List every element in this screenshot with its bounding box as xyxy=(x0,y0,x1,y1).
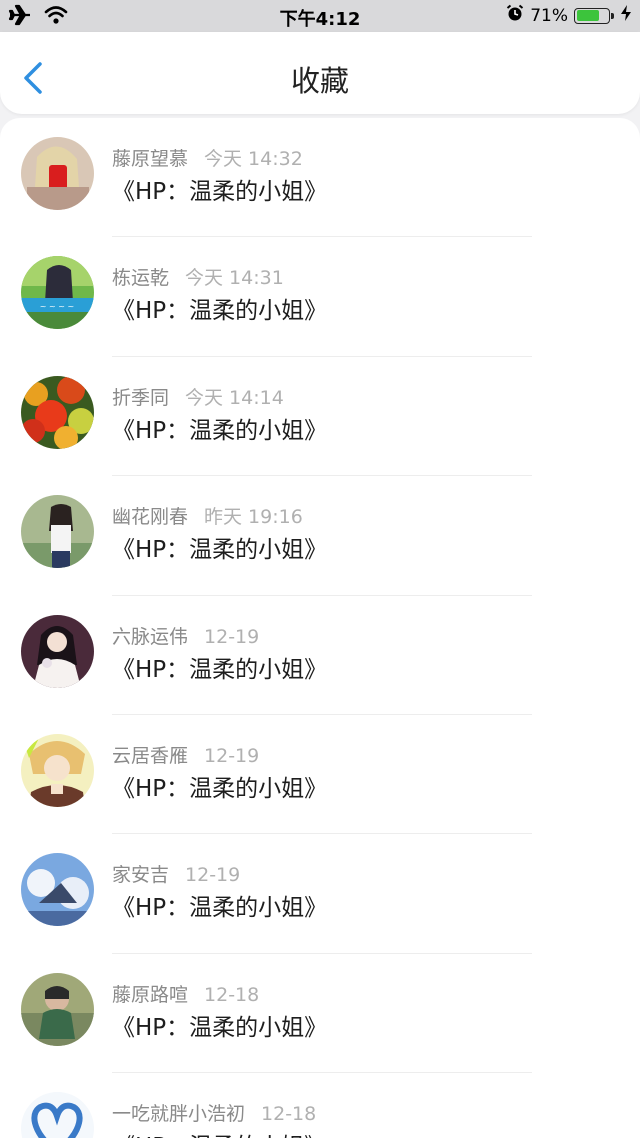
item-meta: 云居香雁 12-19 xyxy=(112,741,259,768)
item-meta: 藤原路喧 12-18 xyxy=(112,980,259,1007)
favorite-item[interactable]: 一吃就胖小浩初 12-18《HP：温柔的小姐》 xyxy=(0,1073,640,1138)
status-bar: 下午4:12 71% xyxy=(0,0,640,32)
timestamp: 12-18 xyxy=(204,983,260,1006)
favorite-item[interactable]: 云居香雁 12-19 《HP：温柔的小姐》 xyxy=(0,715,640,835)
book-title[interactable]: 《HP：温柔的小姐》 xyxy=(112,172,327,206)
item-meta: 栋运乾 今天 14:31 xyxy=(112,263,284,290)
item-meta: 幽花刚春 昨天 19:16 xyxy=(112,502,303,529)
author-name[interactable]: 折季同 xyxy=(112,387,169,409)
author-name[interactable]: 云居香雁 xyxy=(112,745,188,767)
author-name[interactable]: 藤原路喧 xyxy=(112,984,188,1006)
avatar[interactable]: ~ ~ ~ ~ xyxy=(21,256,94,330)
status-right: 71% xyxy=(506,4,632,27)
battery-icon xyxy=(574,7,614,24)
favorites-list: 藤原望慕 今天 14:32 《HP：温柔的小姐》 ~ ~ ~ ~ 栋运乾 今天 14:31… xyxy=(0,118,640,1138)
avatar[interactable] xyxy=(21,972,94,1046)
author-name[interactable]: 幽花刚春 xyxy=(112,506,188,528)
author-name[interactable]: 家安吉 xyxy=(112,864,169,886)
favorite-item[interactable]: 六脉运伟 12-19 《HP：温柔的小姐》 xyxy=(0,596,640,716)
author-name[interactable]: 栋运乾 xyxy=(112,267,169,289)
nav-bar: 收藏 xyxy=(0,32,640,114)
timestamp: 今天 14:14 xyxy=(185,386,284,409)
timestamp: 昨天 19:16 xyxy=(204,506,303,529)
book-title[interactable]: 《HP：温柔的小姐》 xyxy=(112,530,327,564)
avatar[interactable] xyxy=(21,495,94,569)
author-name[interactable]: 一吃就胖小浩初 xyxy=(112,1103,245,1125)
favorite-item[interactable]: ~ ~ ~ ~ 栋运乾 今天 14:31 《HP：温柔的小姐》 xyxy=(0,237,640,358)
book-title[interactable]: 《HP：温柔的小姐》 xyxy=(112,1127,327,1138)
favorite-item[interactable]: 幽花刚春 昨天 19:16 《HP：温柔的小姐》 xyxy=(0,476,640,596)
avatar[interactable] xyxy=(21,137,94,210)
page-title: 收藏 xyxy=(290,64,349,98)
item-meta: 藤原望慕 今天 14:32 xyxy=(112,144,303,171)
book-title[interactable]: 《HP：温柔的小姐》 xyxy=(112,1008,327,1042)
item-meta: 六脉运伟 12-19 xyxy=(112,622,259,649)
timestamp: 12-18 xyxy=(261,1103,317,1126)
favorite-item[interactable]: 藤原望慕 今天 14:32 《HP：温柔的小姐》 xyxy=(0,118,640,238)
book-title[interactable]: 《HP：温柔的小姐》 xyxy=(112,888,327,922)
favorite-item[interactable]: 家安吉 12-19 《HP：温柔的小姐》 xyxy=(0,834,640,955)
battery-fill xyxy=(576,10,599,21)
book-title[interactable]: 《HP：温柔的小姐》 xyxy=(112,769,327,803)
alarm-icon xyxy=(506,4,524,27)
book-title[interactable]: 《HP：温柔的小姐》 xyxy=(112,411,327,445)
favorite-item[interactable]: 折季同 今天 14:14 《HP：温柔的小姐》 xyxy=(0,357,640,477)
timestamp: 今天 14:32 xyxy=(204,148,303,170)
avatar[interactable] xyxy=(21,853,94,927)
timestamp: 今天 14:31 xyxy=(185,267,284,290)
battery-percent: 71% xyxy=(530,5,568,26)
favorite-item[interactable]: 藤原路喧 12-18 《HP：温柔的小姐》 xyxy=(0,954,640,1074)
avatar[interactable] xyxy=(21,733,94,807)
author-name[interactable]: 藤原望慕 xyxy=(112,148,188,170)
timestamp: 12-19 xyxy=(204,744,260,767)
book-title[interactable]: 《HP：温柔的小姐》 xyxy=(112,650,327,684)
svg-text:~ ~ ~ ~: ~ ~ ~ ~ xyxy=(40,302,74,311)
avatar[interactable] xyxy=(21,1092,94,1138)
timestamp: 12-19 xyxy=(185,864,241,887)
item-meta: 家安吉 12-19 xyxy=(112,860,240,887)
timestamp: 12-19 xyxy=(204,625,260,648)
author-name[interactable]: 六脉运伟 xyxy=(112,626,188,648)
charging-icon xyxy=(620,4,632,27)
item-meta: 折季同 今天 14:14 xyxy=(112,383,284,410)
avatar[interactable] xyxy=(21,614,94,688)
item-meta: 一吃就胖小浩初 12-18 xyxy=(112,1099,316,1126)
book-title[interactable]: 《HP：温柔的小姐》 xyxy=(112,291,327,325)
avatar[interactable] xyxy=(21,375,94,449)
